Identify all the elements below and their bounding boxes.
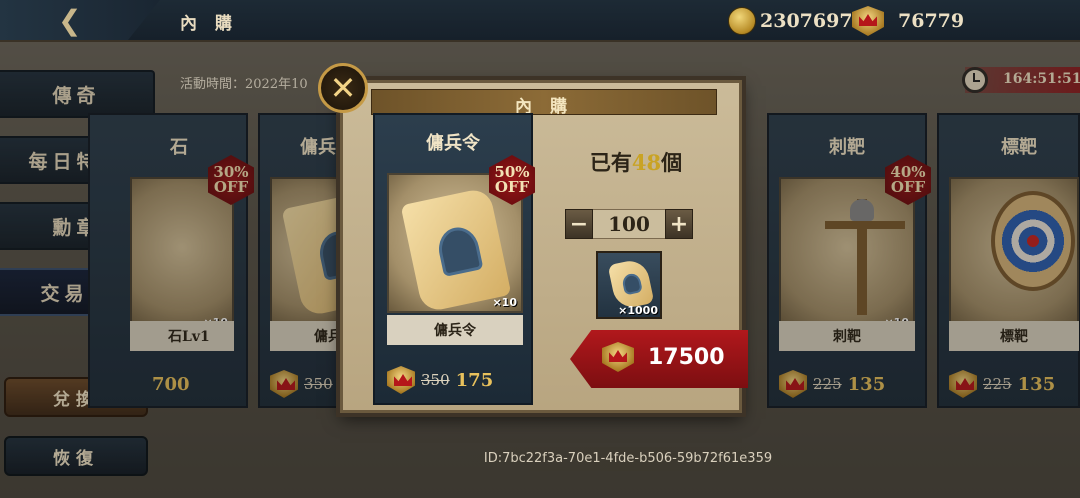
crown-icon [602, 342, 634, 372]
crown-icon [387, 366, 415, 394]
crown-icon [852, 6, 884, 36]
item-qty: ×10 [492, 296, 517, 309]
gold-counter: 2307697 [728, 6, 853, 36]
back-arrow-icon: ❮ [58, 4, 82, 37]
reward-qty: ×1000 [618, 304, 658, 317]
mercenary-scroll-icon [400, 186, 512, 314]
crown-amount: 76779 [898, 10, 965, 32]
quantity-stepper: − 100 + [565, 209, 693, 239]
reward-item: ×1000 [596, 251, 662, 319]
increase-button[interactable]: + [665, 209, 693, 239]
player-id: ID:7bc22f3a-70e1-4fde-b506-59b72f61e359 [468, 447, 788, 471]
total-price: 17500 [648, 345, 725, 370]
gold-amount: 2307697 [760, 10, 853, 32]
close-icon: ✕ [329, 69, 357, 107]
owned-number: 48 [631, 150, 662, 175]
old-price: 350 [421, 371, 450, 389]
decrease-button[interactable]: − [565, 209, 593, 239]
quantity-value[interactable]: 100 [593, 209, 665, 239]
close-button[interactable]: ✕ [318, 63, 368, 113]
new-price: 175 [455, 369, 494, 391]
owned-suffix: 個 [661, 150, 683, 175]
item-name: 傭兵令 [387, 315, 523, 345]
dialog-item-card: 傭兵令 ×10 傭兵令 350 175 50% OFF [373, 113, 535, 405]
dialog-header: 內 購 [371, 89, 717, 117]
mercenary-scroll-icon [607, 257, 655, 311]
back-button[interactable]: ❮ [0, 0, 160, 40]
sale-off: OFF [494, 178, 530, 196]
owned-prefix: 已有 [589, 150, 632, 175]
owned-count: 已有48個 [533, 147, 739, 177]
crown-counter: 76779 [852, 6, 964, 36]
item-title: 傭兵令 [426, 133, 480, 154]
buy-button[interactable]: 17500 [570, 330, 748, 388]
item-price: 350 175 [387, 365, 493, 395]
page-title: 內 購 [180, 14, 238, 34]
gold-coin-icon [728, 7, 756, 35]
top-bar: ❮ 內 購 2307697 76779 [0, 0, 1080, 42]
